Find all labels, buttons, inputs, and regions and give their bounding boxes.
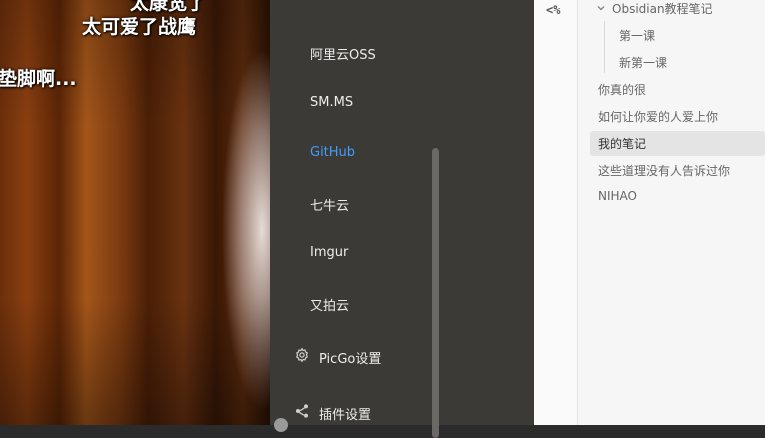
picgo-host-qiniu[interactable]: 七牛云 bbox=[310, 195, 349, 214]
picgo-settings-menu[interactable]: PicGo设置 bbox=[294, 347, 381, 367]
picgo-host-smms[interactable]: SM.MS bbox=[310, 95, 353, 110]
tree-indent-guide bbox=[604, 21, 605, 73]
note-item[interactable]: 如何让你爱的人爱上你 bbox=[598, 108, 718, 125]
picgo-settings-label: PicGo设置 bbox=[319, 351, 382, 367]
note-new-lesson-1[interactable]: 新第一课 bbox=[619, 54, 667, 71]
help-icon[interactable] bbox=[274, 418, 288, 432]
plugin-settings-menu[interactable]: 插件设置 bbox=[294, 403, 371, 423]
chevron-down-icon bbox=[596, 2, 606, 16]
note-lesson-1[interactable]: 第一课 bbox=[619, 27, 655, 44]
share-icon bbox=[294, 403, 310, 423]
obsidian-ribbon: <% bbox=[534, 0, 578, 425]
picgo-host-imgur[interactable]: Imgur bbox=[310, 245, 348, 260]
picgo-host-github[interactable]: GitHub bbox=[310, 145, 355, 160]
obsidian-file-tree: Obsidian教程笔记 第一课 新第一课 你真的很 如何让你爱的人爱上你 我的… bbox=[578, 0, 765, 425]
picgo-host-upyun[interactable]: 又拍云 bbox=[310, 295, 349, 314]
note-item[interactable]: NIHAO bbox=[598, 189, 637, 203]
folder-obsidian-notes[interactable]: Obsidian教程笔记 bbox=[596, 0, 713, 17]
note-item-selected[interactable]: 我的笔记 bbox=[598, 135, 646, 152]
plugin-settings-label: 插件设置 bbox=[319, 407, 372, 423]
note-item[interactable]: 你真的很 bbox=[598, 81, 646, 98]
picgo-sidebar: 阿里云OSS SM.MS GitHub 七牛云 Imgur 又拍云 PicGo设… bbox=[270, 0, 534, 438]
picgo-host-aliyun-oss[interactable]: 阿里云OSS bbox=[310, 44, 376, 63]
picgo-scrollbar[interactable] bbox=[432, 148, 439, 438]
gear-icon bbox=[294, 347, 310, 367]
note-item[interactable]: 这些道理没有人告诉过你 bbox=[598, 162, 730, 179]
meme-caption-line-2: 太可爱了战鹰 bbox=[82, 16, 197, 38]
background-photo: 太康宽了 太可爱了战鹰 垫脚啊... bbox=[0, 0, 270, 425]
templater-button[interactable]: <% bbox=[546, 3, 560, 17]
meme-caption-line-3: 垫脚啊... bbox=[0, 68, 77, 90]
folder-label: Obsidian教程笔记 bbox=[612, 2, 713, 16]
